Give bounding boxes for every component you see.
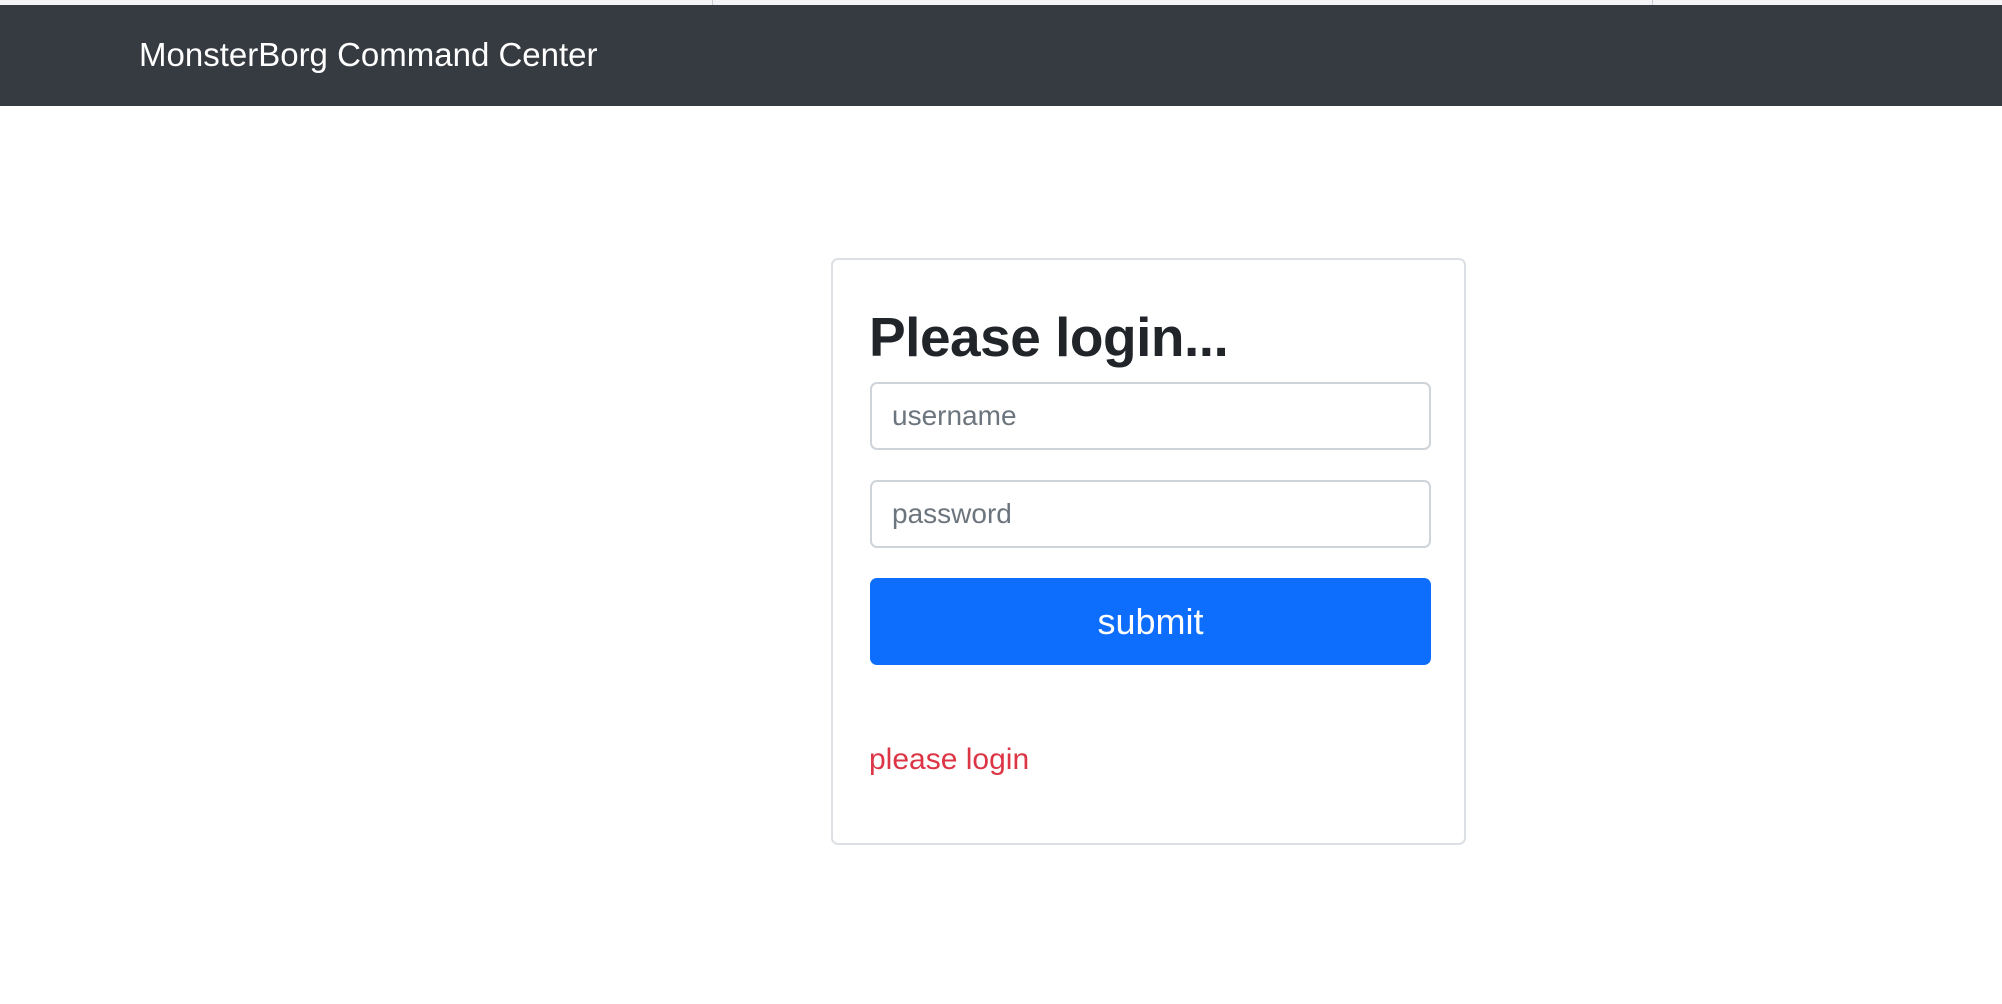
top-navbar: MonsterBorg Command Center — [0, 5, 2002, 106]
submit-button[interactable]: submit — [870, 578, 1431, 665]
login-card: Please login... submit please login — [831, 258, 1466, 845]
login-status-message: please login — [869, 743, 1030, 776]
username-input[interactable] — [870, 382, 1431, 450]
navbar-brand[interactable]: MonsterBorg Command Center — [139, 35, 598, 75]
password-input[interactable] — [870, 480, 1431, 548]
login-title: Please login... — [869, 306, 1229, 368]
